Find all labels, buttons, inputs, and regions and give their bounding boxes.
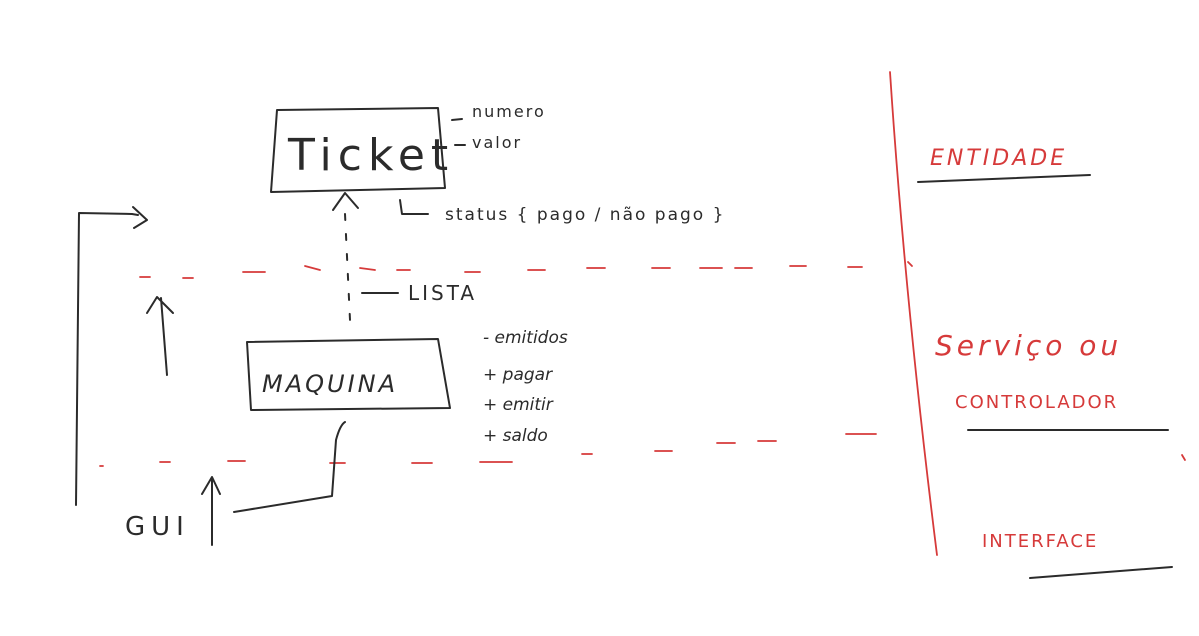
- maquina-member-emitidos: - emitidos: [483, 328, 568, 348]
- layer-interface-underline: [1029, 566, 1173, 579]
- ticket-status-note: status { pago / não pago }: [445, 205, 725, 225]
- gui-label: GUI: [125, 512, 190, 542]
- maquina-member-emitir: + emitir: [483, 395, 554, 415]
- maquina-member-saldo: + saldo: [483, 426, 548, 446]
- maquina-name: MAQUINA: [262, 370, 398, 398]
- diagram-canvas: Ticket numero valor status { pago / não …: [75, 71, 1186, 579]
- gui-up-arrow: [201, 476, 221, 546]
- relation-label: LISTA: [408, 281, 477, 305]
- ticket-attr-numero: numero: [472, 102, 546, 121]
- layer-service-label: Serviço ou: [935, 329, 1122, 362]
- dashed-divider-top: [139, 261, 913, 279]
- attr-dash: [451, 118, 463, 121]
- hollow-arrow-head: [332, 192, 359, 211]
- layer-entity-underline: [917, 174, 1091, 183]
- gui-maquina-connector: [233, 421, 346, 513]
- maquina-class: MAQUINA: [246, 338, 451, 411]
- ticket-name: Ticket: [287, 130, 454, 181]
- maquina-member-pagar: + pagar: [483, 365, 553, 385]
- ticket-class: Ticket: [270, 107, 454, 193]
- dashed-divider-bottom: [99, 433, 1186, 467]
- ticket-attr-valor: valor: [472, 133, 522, 152]
- layer-controller-label: CONTROLADOR: [955, 392, 1118, 413]
- layer-entity-label: ENTIDADE: [930, 146, 1067, 171]
- layer-separator-line: [889, 71, 938, 556]
- layer-interface-label: INTERFACE: [982, 531, 1098, 552]
- left-loop-arrow: [75, 206, 148, 506]
- status-connector: [399, 199, 429, 215]
- layer-up-arrow: [146, 296, 174, 376]
